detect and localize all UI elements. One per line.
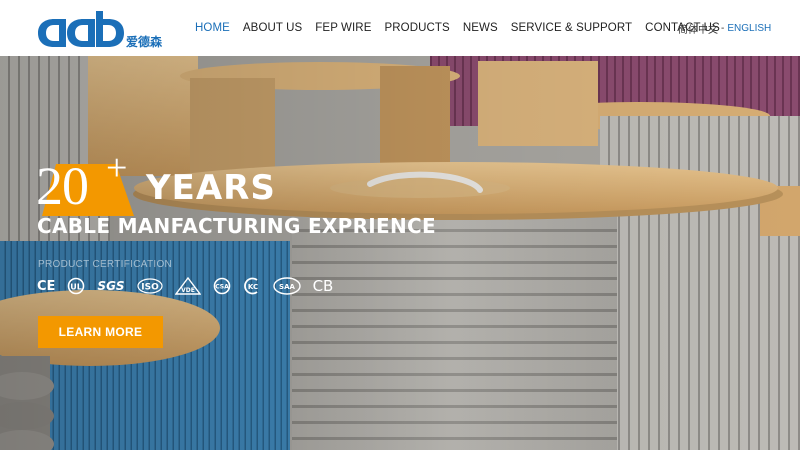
nav-about-us[interactable]: ABOUT US — [243, 22, 302, 34]
lang-separator: - — [721, 22, 725, 34]
nav-service-support[interactable]: SERVICE & SUPPORT — [511, 22, 632, 34]
vde-mark-icon: VDE — [174, 277, 201, 295]
iso-mark-icon: ISO — [136, 278, 163, 294]
svg-text:CSA: CSA — [215, 284, 229, 291]
svg-text:KC: KC — [247, 283, 257, 291]
lang-english-link[interactable]: ENGLISH — [727, 23, 771, 34]
svg-text:ISO: ISO — [141, 283, 159, 293]
saa-mark-icon: SAA — [272, 277, 301, 295]
kc-mark-icon: KC — [243, 277, 261, 295]
csa-mark-icon: CSA — [213, 277, 231, 295]
nav-news[interactable]: NEWS — [463, 22, 498, 34]
ul-mark-icon: UL — [67, 277, 85, 295]
certification-label: PRODUCT CERTIFICATION — [38, 259, 173, 270]
hero-banner — [0, 56, 800, 450]
site-header: 爱德森 HOME ABOUT US FEP WIRE PRODUCTS NEWS… — [0, 0, 800, 56]
company-logo[interactable]: 爱德森 — [36, 9, 168, 49]
main-nav: HOME ABOUT US FEP WIRE PRODUCTS NEWS SER… — [195, 0, 733, 56]
cb-mark-icon: CB — [312, 277, 334, 295]
nav-fep-wire[interactable]: FEP WIRE — [315, 22, 371, 34]
hero-overlay — [0, 56, 800, 450]
years-plus: + — [106, 147, 128, 189]
svg-text:VDE: VDE — [181, 287, 195, 294]
logo-chinese-text: 爱德森 — [126, 34, 163, 49]
years-word: YEARS — [146, 168, 276, 208]
years-number: 20 — [36, 156, 89, 216]
sgs-mark-icon: SGS — [97, 279, 125, 293]
nav-home[interactable]: HOME — [195, 22, 230, 34]
hero-subtitle: CABLE MANFACTURING EXPRIENCE — [37, 214, 436, 238]
nav-products[interactable]: PRODUCTS — [384, 22, 449, 34]
svg-text:UL: UL — [71, 283, 83, 292]
lang-chinese-link[interactable]: 简体中文 — [678, 21, 718, 36]
ce-mark-icon: CE — [37, 278, 56, 294]
certification-logos: CE UL SGS ISO VDE CSA KC SAA CB — [37, 276, 345, 296]
svg-text:SAA: SAA — [279, 283, 295, 291]
learn-more-button[interactable]: LEARN MORE — [38, 316, 163, 348]
language-switcher: 简体中文 - ENGLISH — [678, 0, 771, 56]
